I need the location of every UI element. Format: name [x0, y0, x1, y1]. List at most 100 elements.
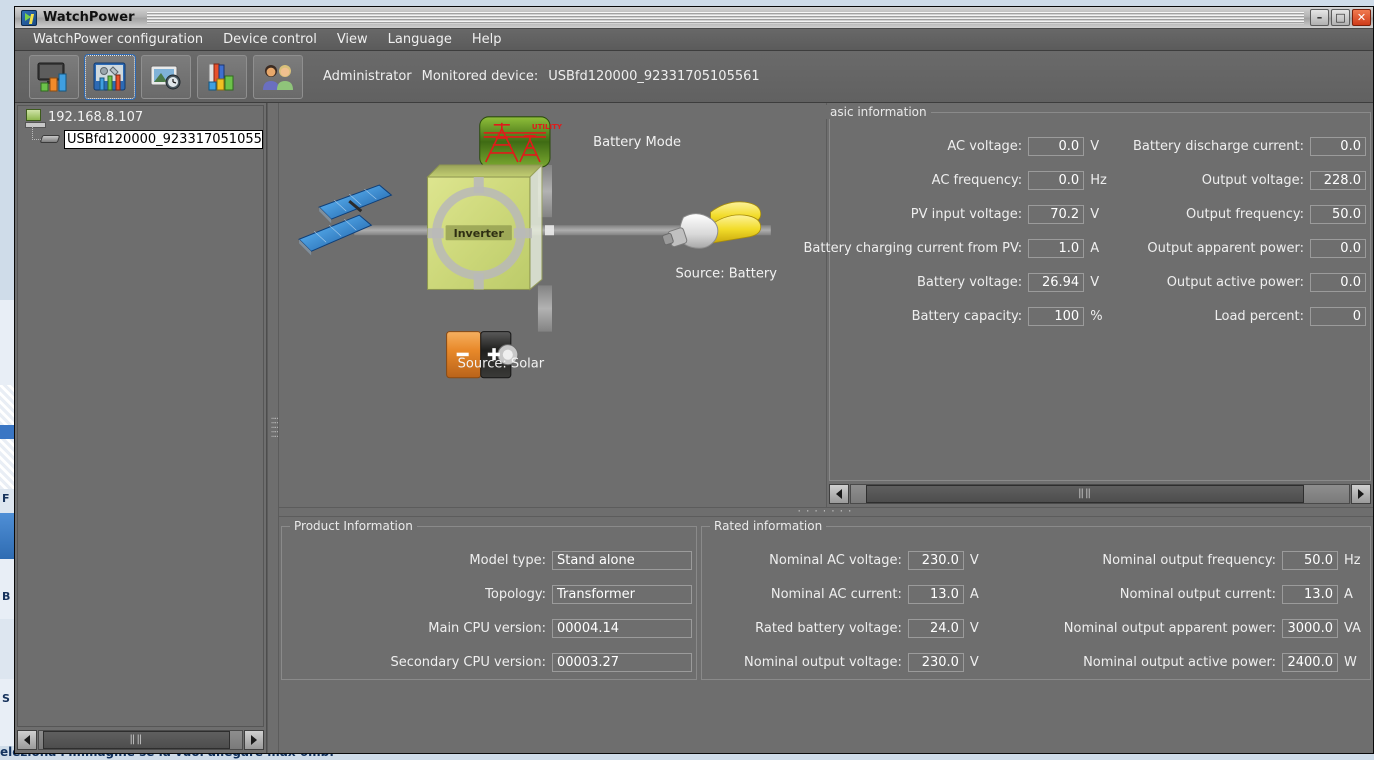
menu-item-help[interactable]: Help	[462, 30, 512, 49]
horizontal-splitter[interactable]: ·······	[279, 507, 1373, 517]
tree-node-device[interactable]: USBfd120000_92331705105561	[18, 128, 263, 150]
users-icon-button[interactable]	[253, 54, 303, 99]
field-main-cpu-version: Main CPU version: 00004.14	[282, 611, 696, 645]
field-value: 2400.0	[1281, 652, 1338, 672]
source-solar-text: Source: Solar	[458, 357, 545, 372]
field-unit: %	[1090, 308, 1103, 324]
product-information-panel: Product Information Model type: Stand al…	[279, 517, 699, 753]
field-nominal-output-apparent-power: Nominal output apparent power: 3000.0 VA	[996, 611, 1370, 645]
watchpower-window: WatchPower – □ ✕ WatchPower configuratio…	[14, 6, 1374, 754]
field-unit: A	[969, 586, 979, 602]
field-pv-input-voltage: PV input voltage: 70.2 V	[830, 197, 1116, 231]
field-value: 0	[1309, 306, 1366, 326]
mode-label-text: Battery Mode	[593, 135, 681, 150]
menu-item-language[interactable]: Language	[378, 30, 462, 49]
device-tree[interactable]: 192.168.8.107 USBfd120000_92331705105561	[17, 105, 264, 727]
basic-scroll-right-button[interactable]	[1351, 484, 1371, 504]
field-label: Output apparent power:	[1147, 240, 1304, 256]
tree-scroll-track[interactable]: ‖‖	[38, 730, 243, 750]
field-value: 13.0	[907, 584, 964, 604]
field-label: Nominal output apparent power:	[1063, 620, 1276, 636]
field-battery-charging-current-from-pv: Battery charging current from PV: 1.0 A	[804, 231, 1116, 265]
minimize-button[interactable]: –	[1310, 9, 1329, 26]
field-value: 230.0	[907, 652, 964, 672]
menu-item-device-control[interactable]: Device control	[213, 30, 327, 49]
field-unit: V	[1090, 138, 1100, 154]
body-split: 192.168.8.107 USBfd120000_92331705105561…	[15, 103, 1373, 753]
field-label: Load percent:	[1214, 308, 1304, 324]
splitter-grip-icon: ·······	[796, 506, 856, 517]
power-flow-svg: UTILITY Inverter Battery Mode Source: Ba…	[298, 116, 777, 379]
field-unit: Hz	[1090, 172, 1107, 188]
field-label: Nominal output voltage:	[744, 654, 902, 670]
top-section: UTILITY Inverter Battery Mode Source: Ba…	[279, 103, 1373, 507]
toolbar: Administrator Monitored device: USBfd12000…	[15, 51, 1373, 103]
field-nominal-ac-voltage: Nominal AC voltage: 230.0 V	[702, 543, 996, 577]
field-unit: V	[969, 620, 979, 636]
scroll-grip-icon: ‖‖	[129, 734, 144, 745]
field-value: 70.2	[1028, 204, 1085, 224]
books-chart-icon-button[interactable]	[197, 54, 247, 99]
title-bar[interactable]: WatchPower – □ ✕	[15, 7, 1373, 29]
menu-item-watchpower-configuration[interactable]: WatchPower configuration	[23, 30, 213, 49]
field-unit: A	[1090, 240, 1100, 256]
tree-horizontal-scrollbar[interactable]: ‖‖	[17, 729, 264, 751]
field-output-voltage: Output voltage: 228.0	[1116, 163, 1370, 197]
field-unit: A	[1343, 586, 1353, 602]
field-nominal-ac-current: Nominal AC current: 13.0 A	[702, 577, 996, 611]
basic-scroll-track[interactable]: ‖‖	[850, 484, 1350, 504]
rated-information-fields: Nominal AC voltage: 230.0 V Nominal AC c…	[702, 527, 1370, 679]
right-area: UTILITY Inverter Battery Mode Source: Ba…	[279, 103, 1373, 753]
field-label: Nominal AC current:	[770, 586, 902, 602]
field-value: Stand alone	[552, 550, 692, 570]
field-value: 0.0	[1028, 170, 1085, 190]
minimize-icon: –	[1316, 11, 1323, 24]
toolbar-status: Administrator Monitored device: USBfd12000…	[323, 69, 760, 84]
maximize-button[interactable]: □	[1331, 9, 1350, 26]
tree-scroll-left-button[interactable]	[17, 730, 37, 750]
field-battery-capacity: Battery capacity: 100 %	[830, 299, 1116, 333]
field-unit: V	[1090, 274, 1100, 290]
users-icon	[263, 64, 293, 90]
usb-device-icon	[39, 130, 61, 148]
menu-bar: WatchPower configuration Device control …	[15, 29, 1373, 51]
power-flow-diagram: UTILITY Inverter Battery Mode Source: Ba…	[279, 103, 827, 507]
photo-clock-icon-button[interactable]	[141, 54, 191, 99]
basic-scroll-left-button[interactable]	[829, 484, 849, 504]
tree-scroll-thumb[interactable]: ‖‖	[43, 731, 230, 749]
field-label: Battery charging current from PV:	[803, 240, 1023, 256]
basic-info-left-column: AC voltage: 0.0 V AC frequency: 0.0 Hz P…	[804, 129, 1116, 480]
menu-item-view[interactable]: View	[327, 30, 378, 49]
field-value: 228.0	[1309, 170, 1366, 190]
user-role-label: Administrator	[323, 69, 412, 84]
device-settings-icon-button[interactable]	[84, 53, 136, 100]
product-information-title: Product Information	[290, 519, 417, 533]
field-value: 100	[1028, 306, 1085, 326]
monitor-chart-icon-button[interactable]	[29, 54, 79, 99]
field-label: AC frequency:	[931, 172, 1023, 188]
field-model-type: Model type: Stand alone	[282, 543, 696, 577]
vertical-splitter[interactable]: ⁞⁞⁞⁞⁞	[267, 103, 279, 753]
close-button[interactable]: ✕	[1352, 9, 1371, 26]
field-value: 0.0	[1309, 136, 1366, 156]
chevron-right-icon	[251, 735, 257, 745]
field-label: Nominal output frequency:	[1102, 552, 1276, 568]
field-unit: V	[1090, 206, 1100, 222]
solar-panel-icon	[298, 184, 393, 256]
tree-scroll-right-button[interactable]	[244, 730, 264, 750]
computer-icon	[24, 108, 46, 128]
tree-node-host[interactable]: 192.168.8.107	[18, 106, 263, 128]
field-load-percent: Load percent: 0	[1116, 299, 1370, 333]
monitor-chart-icon	[37, 62, 67, 91]
utility-label: UTILITY	[532, 122, 563, 131]
field-label: Output voltage:	[1201, 172, 1304, 188]
basic-scroll-thumb[interactable]: ‖‖	[865, 485, 1305, 503]
rated-information-title: Rated information	[710, 519, 827, 533]
chevron-left-icon	[24, 735, 30, 745]
field-unit: Hz	[1343, 552, 1361, 568]
basic-information-horizontal-scrollbar[interactable]: ‖‖	[829, 483, 1371, 505]
field-label: Nominal output current:	[1119, 586, 1276, 602]
basic-information-panel: asic information AC voltage: 0.0 V AC fr…	[804, 103, 1373, 507]
inverter-label: Inverter	[454, 227, 505, 240]
field-label: Nominal output active power:	[1083, 654, 1276, 670]
